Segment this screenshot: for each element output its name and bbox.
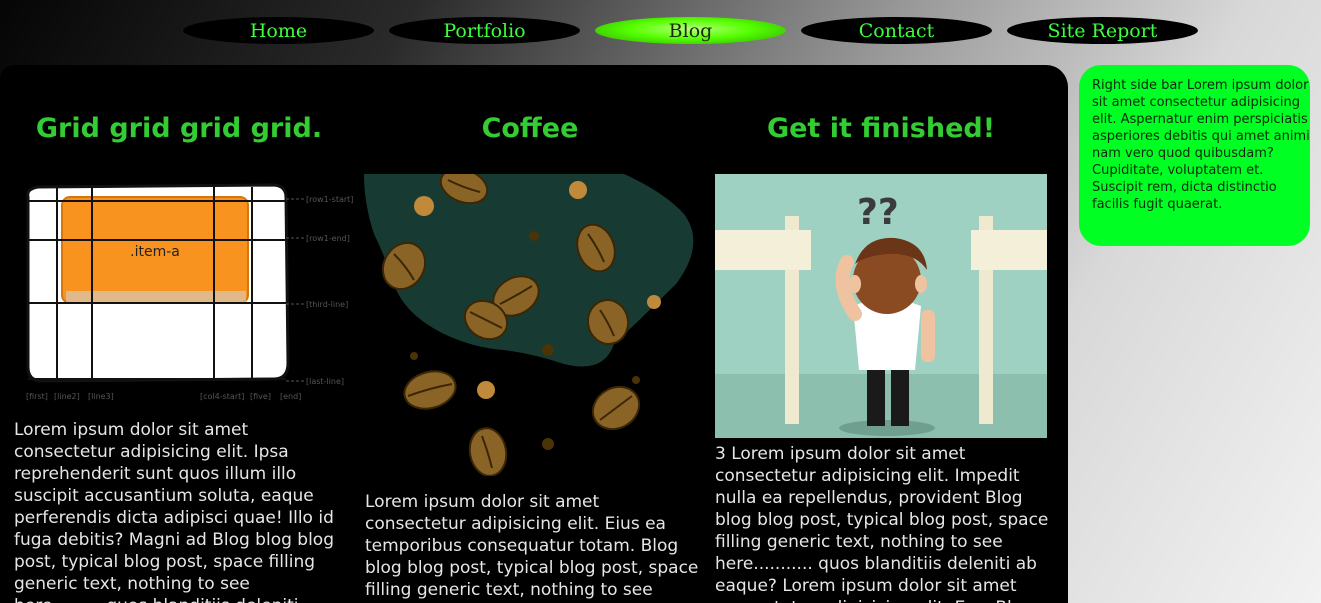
post-title: Get it finished! <box>766 113 996 144</box>
grid-item-label: .item-a <box>130 244 180 260</box>
grid-line-label: [col4-start] <box>200 392 244 401</box>
confused-person-icon: ?? <box>715 174 1047 438</box>
grid-line-label: [five] <box>250 392 271 401</box>
nav-site-report[interactable]: Site Report <box>1007 17 1198 44</box>
grid-line-label: [row1-start] <box>306 195 353 204</box>
nav-portfolio[interactable]: Portfolio <box>389 17 580 44</box>
post-body: Lorem ipsum dolor sit amet consectetur a… <box>14 420 334 603</box>
grid-line-label: [row1-end] <box>306 234 350 243</box>
main-nav: Home Portfolio Blog Contact Site Report <box>183 17 1198 44</box>
main-content: Grid grid grid grid. .item-a [row1-start… <box>0 65 1068 603</box>
grid-line-label: [first] <box>26 392 48 401</box>
nav-blog[interactable]: Blog <box>595 17 786 44</box>
post-title: Coffee <box>481 113 579 144</box>
post-title: Grid grid grid grid. <box>35 113 323 144</box>
nav-contact[interactable]: Contact <box>801 17 992 44</box>
post-body: Lorem ipsum dolor sit amet consectetur a… <box>365 492 699 603</box>
grid-line-label: [last-line] <box>306 377 344 386</box>
grid-line-label: [third-line] <box>306 300 348 309</box>
grid-line-label: [end] <box>280 392 301 401</box>
coffee-beans-icon <box>364 167 698 477</box>
post-body: 3 Lorem ipsum dolor sit amet consectetur… <box>715 444 1049 603</box>
sidebar-text: Right side bar Lorem ipsum dolor sit ame… <box>1092 78 1310 212</box>
right-sidebar: Right side bar Lorem ipsum dolor sit ame… <box>1079 65 1310 246</box>
grid-line-label: [line3] <box>88 392 114 401</box>
grid-line-label: [line2] <box>54 392 80 401</box>
question-marks: ?? <box>857 192 899 233</box>
css-grid-diagram-image: .item-a [row1-start] [row1-end] [third-l… <box>24 183 360 401</box>
nav-home[interactable]: Home <box>183 17 374 44</box>
